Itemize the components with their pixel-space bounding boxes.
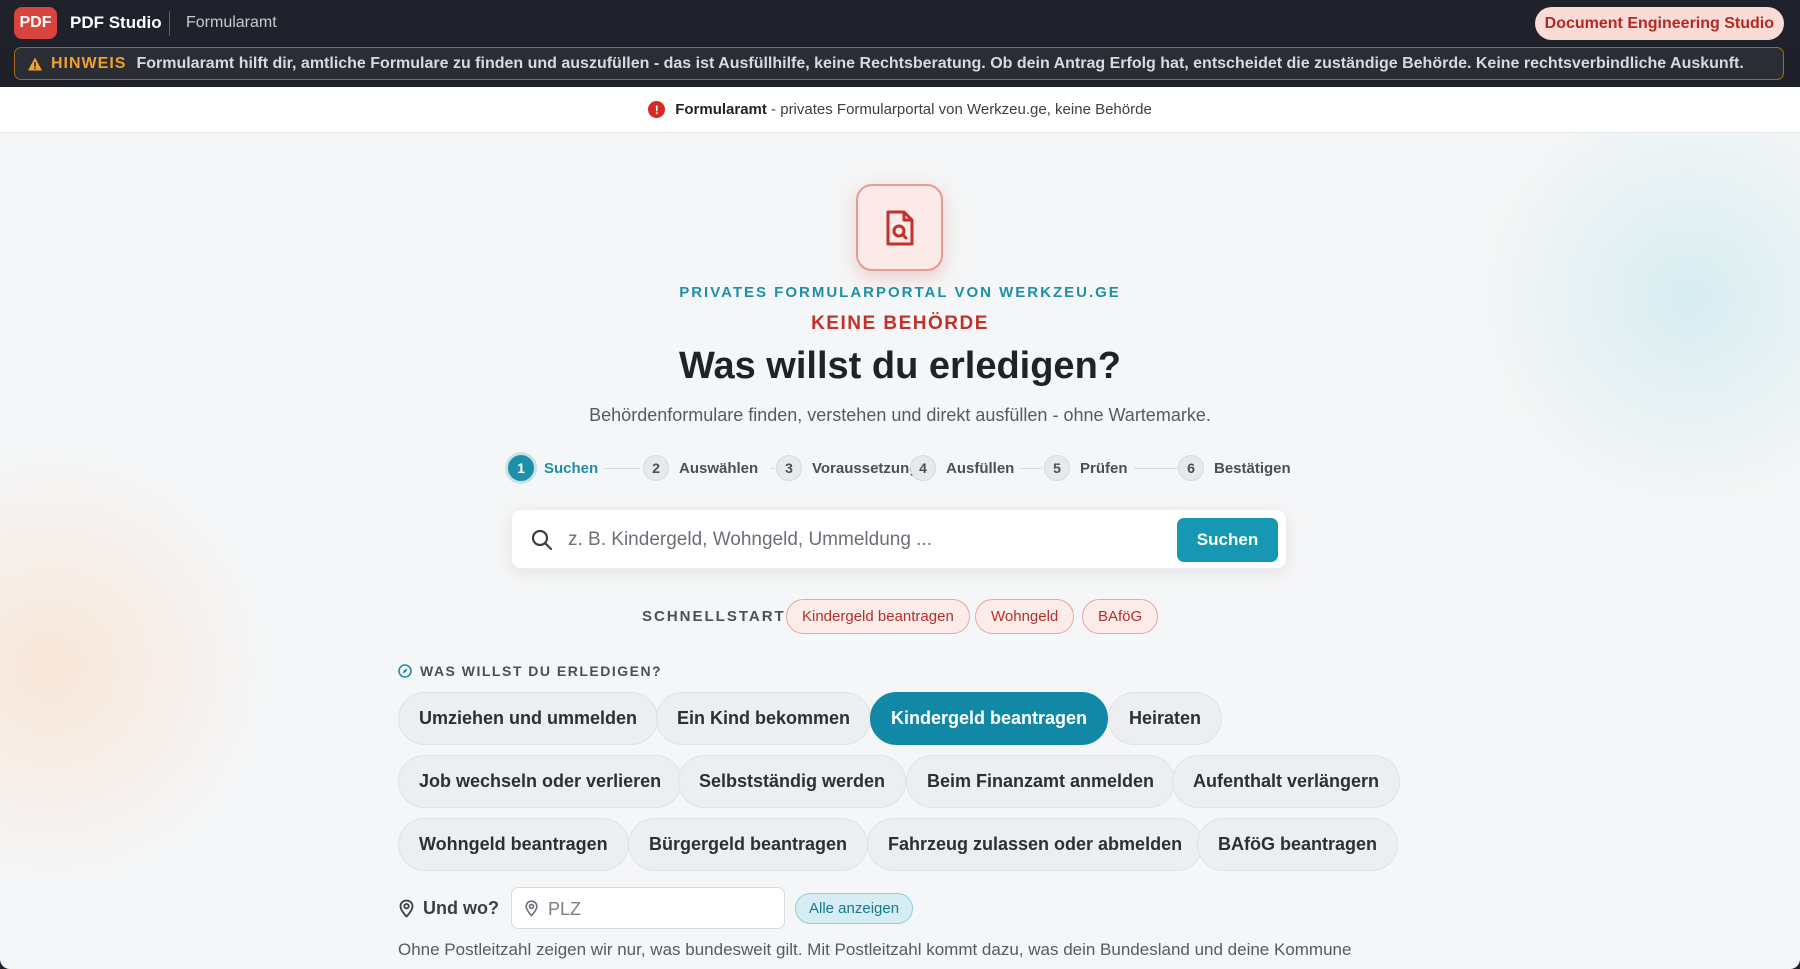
step-label: Bestätigen xyxy=(1214,459,1291,477)
not-authority-label: KEINE BEHÖRDE xyxy=(811,313,989,334)
step-label: Suchen xyxy=(544,459,599,477)
info-icon: ! xyxy=(648,101,666,118)
task-fahrzeug[interactable]: Fahrzeug zulassen oder abmelden xyxy=(867,818,1204,871)
task-heiraten[interactable]: Heiraten xyxy=(1108,692,1223,745)
page-title: Was willst du erledigen? xyxy=(679,345,1121,387)
task-job-wechseln[interactable]: Job wechseln oder verlieren xyxy=(398,755,683,808)
step-bestaetigen[interactable]: 6 Bestätigen xyxy=(1178,454,1291,482)
warning-icon xyxy=(28,57,42,70)
task-kind-bekommen[interactable]: Ein Kind bekommen xyxy=(656,692,872,745)
step-number: 3 xyxy=(776,455,802,481)
compass-icon xyxy=(398,664,412,678)
plz-field xyxy=(511,887,785,929)
notice-label: HINWEIS xyxy=(51,54,127,72)
step-connector xyxy=(1019,468,1042,469)
document-search-icon xyxy=(856,184,943,271)
step-label: Ausfüllen xyxy=(946,459,1015,477)
quickstart-label: SCHNELLSTART xyxy=(642,608,786,625)
pdf-logo[interactable]: PDF xyxy=(14,7,57,39)
step-number: 4 xyxy=(910,455,936,481)
step-suchen[interactable]: 1 Suchen xyxy=(508,454,598,482)
info-strip-text: - privates Formularportal von Werkzeu.ge… xyxy=(766,101,1152,118)
location-label: Und wo? xyxy=(423,897,499,918)
breadcrumb[interactable]: Formularamt xyxy=(186,14,277,32)
location-pin-icon xyxy=(525,900,538,917)
task-kindergeld[interactable]: Kindergeld beantragen xyxy=(870,692,1109,745)
step-number: 2 xyxy=(643,455,669,481)
step-pruefen[interactable]: 5 Prüfen xyxy=(1044,454,1128,482)
step-connector xyxy=(1134,468,1179,469)
brand-badge[interactable]: Document Engineering Studio xyxy=(1534,7,1784,40)
step-number: 6 xyxy=(1178,455,1204,481)
location-pin-icon xyxy=(399,899,414,918)
header-divider xyxy=(169,11,170,36)
disclaimer-banner: HINWEIS Formularamt hilft dir, amtliche … xyxy=(14,47,1784,80)
step-label: Auswählen xyxy=(679,459,759,477)
notice-text: Formularamt hilft dir, amtliche Formular… xyxy=(136,54,1744,72)
portal-eyebrow: PRIVATES FORMULARPORTAL VON WERKZEU.GE xyxy=(679,284,1121,301)
task-finanzamt[interactable]: Beim Finanzamt anmelden xyxy=(906,755,1176,808)
task-selbststaendig[interactable]: Selbstständig werden xyxy=(678,755,907,808)
search-input[interactable] xyxy=(568,520,1168,560)
info-strip-title: Formularamt xyxy=(675,101,767,118)
search-button[interactable]: Suchen xyxy=(1177,518,1278,562)
plz-input[interactable] xyxy=(548,894,768,924)
step-number: 5 xyxy=(1044,455,1070,481)
search-icon xyxy=(531,529,553,551)
location-hint-text: Ohne Postleitzahl zeigen wir nur, was bu… xyxy=(398,940,1352,959)
main-content: ! Formularamt - privates Formularportal … xyxy=(0,87,1800,969)
tasks-section-title: WAS WILLST DU ERLEDIGEN? xyxy=(420,663,663,679)
task-aufenthalt[interactable]: Aufenthalt verlängern xyxy=(1172,755,1401,808)
show-all-button[interactable]: Alle anzeigen xyxy=(795,893,914,924)
quickstart-chip-bafoeg[interactable]: BAföG xyxy=(1082,599,1159,634)
task-umziehen[interactable]: Umziehen und ummelden xyxy=(398,692,659,745)
top-bar: PDF PDF Studio Formularamt Document Engi… xyxy=(0,0,1800,46)
background-glow xyxy=(0,447,260,887)
step-ausfuellen[interactable]: 4 Ausfüllen xyxy=(910,454,1014,482)
step-label: Prüfen xyxy=(1080,459,1128,477)
task-wohngeld[interactable]: Wohngeld beantragen xyxy=(398,818,629,871)
task-buergergeld[interactable]: Bürgergeld beantragen xyxy=(628,818,869,871)
tasks-section-label: WAS WILLST DU ERLEDIGEN? xyxy=(398,663,662,679)
page-subtitle: Behördenformulare finden, verstehen und … xyxy=(589,405,1211,425)
step-connector xyxy=(604,468,640,469)
location-row: Und wo? xyxy=(398,887,499,929)
step-auswaehlen[interactable]: 2 Auswählen xyxy=(643,454,758,482)
quickstart-chip-wohngeld[interactable]: Wohngeld xyxy=(975,599,1075,634)
task-bafoeg[interactable]: BAföG beantragen xyxy=(1197,818,1399,871)
step-number: 1 xyxy=(508,455,534,481)
info-strip: ! Formularamt - privates Formularportal … xyxy=(0,87,1800,133)
quickstart-chip-kindergeld[interactable]: Kindergeld beantragen xyxy=(786,599,970,634)
app-name[interactable]: PDF Studio xyxy=(70,13,162,33)
search-bar: Suchen xyxy=(511,509,1287,569)
